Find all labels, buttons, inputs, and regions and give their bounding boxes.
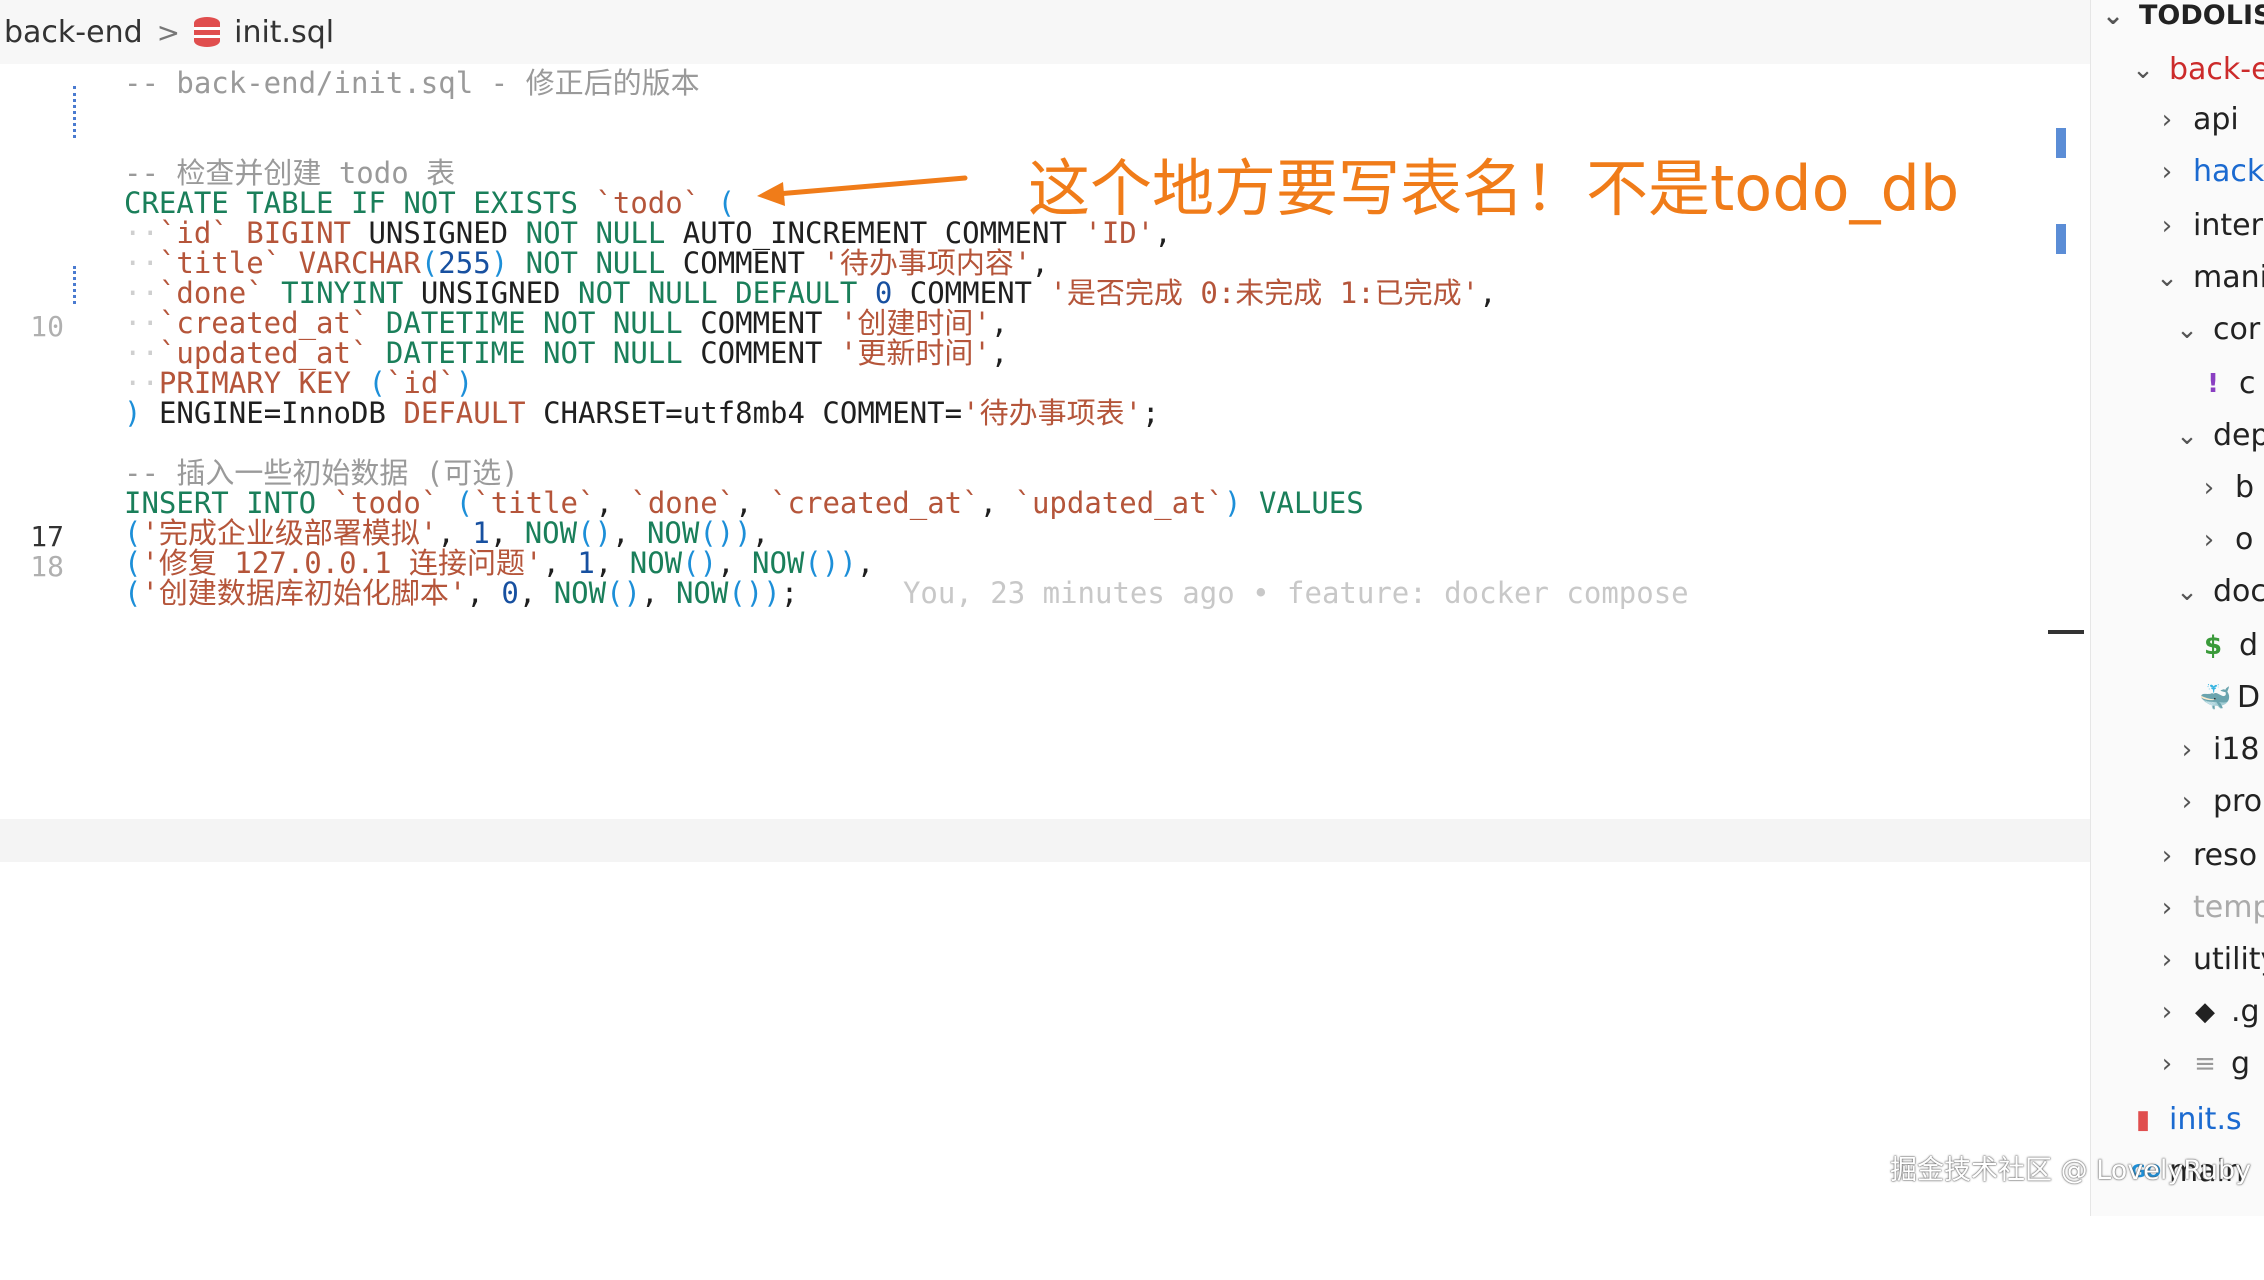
breadcrumb-folder[interactable]: back-end — [4, 15, 143, 50]
chevron-down-icon: ⌄ — [2176, 577, 2198, 607]
explorer-item[interactable]: › o — [2197, 514, 2254, 566]
chevron-right-icon: › — [2161, 893, 2173, 923]
line-number: 18 — [30, 550, 64, 583]
chevron-right-icon: › — [2181, 735, 2193, 765]
chevron-right-icon: › — [2161, 157, 2173, 187]
chevron-right-icon: › — [2161, 1049, 2173, 1079]
ruler-cursor-mark — [2048, 630, 2084, 634]
docker-icon: 🐳 — [2199, 683, 2232, 713]
chevron-right-icon: > — [156, 15, 181, 49]
overview-ruler[interactable] — [2048, 128, 2084, 1280]
chevron-down-icon: ⌄ — [2132, 55, 2154, 85]
explorer-root[interactable]: ⌄TODOLIST — [2101, 0, 2264, 42]
explorer-item[interactable]: ⌄ cor — [2175, 304, 2260, 356]
explorer-item[interactable]: ⌄ back-e — [2131, 44, 2264, 96]
annotation-text: 这个地方要写表名！不是todo_db — [1028, 152, 1960, 225]
explorer-item[interactable]: ⌄ doc — [2175, 566, 2264, 618]
chevron-down-icon: ⌄ — [2156, 263, 2178, 293]
ruler-change-mark — [2056, 128, 2066, 158]
breadcrumb-file[interactable]: init.sql — [234, 15, 334, 50]
line-number: 10 — [30, 310, 64, 343]
yaml-file-icon: ! — [2207, 369, 2219, 399]
code-editor[interactable]: 10 17 18 -- back-end/init.sql - 修正后的版本 -… — [0, 64, 2090, 1216]
chevron-down-icon: ⌄ — [2102, 1, 2124, 31]
chevron-right-icon: › — [2161, 945, 2173, 975]
chevron-down-icon: ⌄ — [2176, 421, 2198, 451]
explorer-item[interactable]: › reso — [2155, 830, 2257, 882]
line-number: 17 — [30, 520, 64, 553]
chevron-right-icon: › — [2161, 997, 2173, 1027]
chevron-right-icon: › — [2181, 787, 2193, 817]
shell-script-icon: $ — [2203, 631, 2223, 661]
ruler-change-mark — [2056, 224, 2066, 254]
code-line-11: ) ENGINE=InnoDB DEFAULT CHARSET=utf8mb4 … — [124, 396, 1160, 430]
annotation-arrow-icon — [757, 175, 968, 206]
explorer-item[interactable]: › hack — [2155, 146, 2264, 198]
git-change-marker — [73, 86, 82, 138]
chevron-right-icon: › — [2203, 473, 2215, 503]
explorer-item[interactable]: › inter — [2155, 200, 2263, 252]
explorer-item[interactable]: $ d — [2201, 620, 2258, 672]
chevron-right-icon: › — [2161, 105, 2173, 135]
chevron-right-icon: › — [2203, 525, 2215, 555]
explorer-item[interactable]: 🐳 D — [2199, 672, 2260, 724]
explorer-item[interactable]: ! c — [2201, 358, 2255, 410]
explorer-item-active[interactable]: ▮ init.s — [2131, 1094, 2242, 1146]
current-line-highlight — [0, 819, 2090, 862]
chevron-right-icon: › — [2161, 211, 2173, 241]
explorer-item[interactable]: ⌄ dep — [2175, 410, 2264, 462]
explorer-item[interactable]: ⌄ mani — [2155, 252, 2264, 304]
database-icon — [194, 17, 221, 47]
text-file-icon: ≡ — [2194, 1049, 2216, 1079]
code-line-1: -- back-end/init.sql - 修正后的版本 — [124, 66, 700, 100]
explorer-item[interactable]: › temp — [2155, 882, 2264, 934]
explorer-item[interactable]: › pro — [2175, 776, 2262, 828]
explorer-item[interactable]: › api — [2155, 94, 2239, 146]
explorer-item[interactable]: › i18 — [2175, 724, 2260, 776]
watermark: 掘金技术社区 @ LovelyRuby — [1890, 1155, 2252, 1186]
explorer-item[interactable]: › ◆ .g — [2155, 986, 2260, 1038]
explorer-item[interactable]: ›utility — [2155, 934, 2264, 986]
breadcrumb: back-end > init.sql — [0, 0, 2090, 64]
explorer-item[interactable]: › b — [2197, 462, 2254, 514]
git-icon: ◆ — [2195, 997, 2215, 1027]
chevron-down-icon: ⌄ — [2176, 315, 2198, 345]
explorer-item[interactable]: › ≡ g — [2155, 1038, 2250, 1090]
code-line-17: ('创建数据库初始化脚本', 0, NOW(), NOW()); You, 23… — [124, 576, 1689, 610]
chevron-right-icon: › — [2161, 841, 2173, 871]
explorer-sidebar: ⌄TODOLIST ⌄back-e ›api ›hack ›inter ⌄man… — [2090, 0, 2264, 1216]
git-blame-annotation: You, 23 minutes ago • feature: docker co… — [902, 576, 1689, 610]
git-change-marker — [73, 266, 82, 304]
database-icon: ▮ — [2135, 1105, 2151, 1135]
